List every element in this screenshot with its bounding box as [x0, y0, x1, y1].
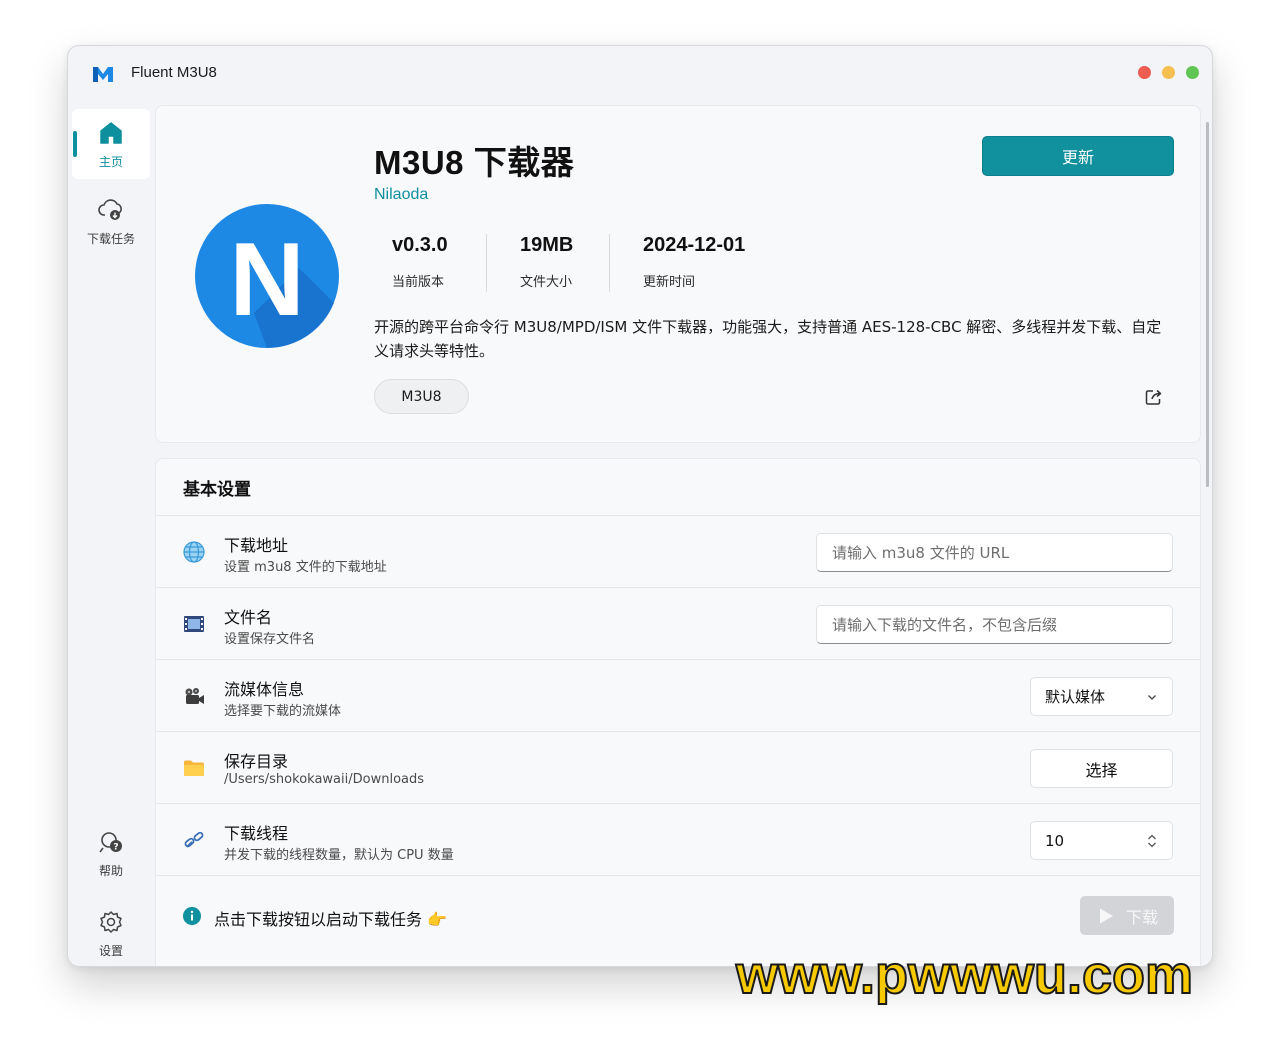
svg-text:N: N: [229, 222, 304, 338]
window-title: Fluent M3U8: [131, 64, 217, 81]
screen: Fluent M3U8 主页 下载任务 ? 帮助 设置 N M3U8 下载器 N…: [0, 0, 1280, 1056]
stat-value: v0.3.0: [392, 234, 448, 256]
stat-divider: [609, 234, 610, 292]
nav-label-home: 主页: [98, 154, 123, 169]
update-button[interactable]: 更新: [982, 136, 1174, 176]
chevron-down-icon: [1148, 694, 1156, 700]
nav-label-download-tasks: 下载任务: [86, 231, 135, 246]
video-camera-icon: [185, 688, 204, 704]
row-title: 文件名: [224, 608, 273, 627]
stat-update-date: 2024-12-01 更新时间: [643, 234, 745, 290]
tag-chip[interactable]: M3U8: [374, 379, 469, 414]
info-icon: [183, 907, 201, 925]
app-title: M3U8 下载器: [374, 144, 575, 181]
scrollbar[interactable]: [1206, 122, 1209, 487]
row-title: 下载地址: [224, 536, 289, 555]
app-info-card: N M3U8 下载器 Nilaoda 更新 v0.3.0 当前版本 19MB 文…: [155, 105, 1201, 443]
nav-label-help: 帮助: [98, 863, 123, 878]
choose-folder-button[interactable]: 选择: [1030, 749, 1173, 788]
minimize-window-button[interactable]: [1162, 66, 1175, 79]
nav-label-settings: 设置: [98, 943, 123, 958]
nav-item-home[interactable]: 主页: [72, 109, 150, 179]
row-subtitle: 选择要下载的流媒体: [224, 704, 342, 719]
stat-version: v0.3.0 当前版本: [392, 234, 448, 290]
nav-item-download-tasks[interactable]: 下载任务: [72, 186, 150, 256]
row-subtitle: 并发下载的线程数量，默认为 CPU 数量: [224, 848, 454, 863]
thread-count-value: 10: [1045, 831, 1065, 850]
nav-active-indicator: [73, 131, 77, 157]
watermark: www.pwwwu.com: [735, 944, 1194, 1006]
stat-value: 2024-12-01: [643, 234, 746, 256]
settings-row-threads: 下载线程 并发下载的线程数量，默认为 CPU 数量 10: [156, 803, 1200, 875]
stat-size: 19MB 文件大小: [520, 234, 573, 290]
stat-label: 当前版本: [392, 275, 445, 290]
filename-input[interactable]: [816, 605, 1173, 644]
stream-select[interactable]: 默认媒体: [1030, 677, 1173, 716]
gear-icon: [100, 910, 122, 933]
stream-select-value: 默认媒体: [1045, 688, 1106, 706]
nav-item-help[interactable]: ? 帮助: [72, 818, 150, 888]
help-icon: ?: [99, 831, 122, 852]
app-big-logo-icon: N: [195, 204, 339, 349]
app-logo-icon: [93, 67, 113, 82]
thread-count-stepper[interactable]: 10: [1030, 821, 1173, 860]
stepper-arrows-icon[interactable]: [1146, 832, 1158, 850]
basic-settings-card: 基本设置 下载地址 设置 m3u8 文件的下载地址 请输入 m3u8 文件的 U…: [155, 458, 1201, 966]
app-description: 开源的跨平台命令行 M3U8/MPD/ISM 文件下载器，功能强大，支持普通 A…: [374, 318, 1162, 360]
app-window: Fluent M3U8 主页 下载任务 ? 帮助 设置 N M3U8 下载器 N…: [67, 45, 1213, 967]
settings-row-folder: 保存目录 /Users/shokokawaii/Downloads 选择: [156, 731, 1200, 803]
maximize-window-button[interactable]: [1186, 66, 1199, 79]
link-chain-icon: [184, 831, 204, 848]
app-author-link[interactable]: Nilaoda: [374, 186, 428, 204]
row-subtitle: 设置保存文件名: [224, 632, 316, 647]
play-icon: [1099, 908, 1113, 923]
title-bar: Fluent M3U8: [68, 46, 1212, 102]
section-title: 基本设置: [183, 480, 251, 500]
stat-value: 19MB: [520, 234, 574, 256]
share-icon[interactable]: [1144, 387, 1164, 407]
row-subtitle: /Users/shokokawaii/Downloads: [224, 772, 425, 787]
row-title: 保存目录: [224, 752, 289, 771]
stat-divider: [486, 234, 487, 292]
folder-icon: [184, 760, 204, 776]
row-title: 流媒体信息: [224, 680, 305, 699]
stat-label: 文件大小: [520, 275, 573, 290]
cloud-download-icon: [98, 198, 122, 220]
nav-item-settings[interactable]: 设置: [72, 898, 150, 966]
url-input[interactable]: [816, 533, 1173, 572]
download-button-label: 下载: [1125, 907, 1158, 927]
settings-row-stream: 流媒体信息 选择要下载的流媒体 默认媒体: [156, 659, 1200, 731]
globe-icon: [183, 541, 205, 563]
film-icon: [184, 616, 204, 632]
settings-row-filename: 文件名 设置保存文件名: [156, 587, 1200, 659]
download-hint: 点击下载按钮以启动下载任务 👉: [214, 910, 448, 929]
download-button[interactable]: 下载: [1080, 896, 1174, 935]
close-window-button[interactable]: [1138, 66, 1151, 79]
row-subtitle: 设置 m3u8 文件的下载地址: [224, 560, 387, 575]
svg-text:?: ?: [113, 842, 118, 852]
home-icon: [100, 121, 122, 144]
settings-row-url: 下载地址 设置 m3u8 文件的下载地址: [156, 515, 1200, 587]
stat-label: 更新时间: [643, 275, 696, 290]
row-title: 下载线程: [224, 824, 289, 843]
